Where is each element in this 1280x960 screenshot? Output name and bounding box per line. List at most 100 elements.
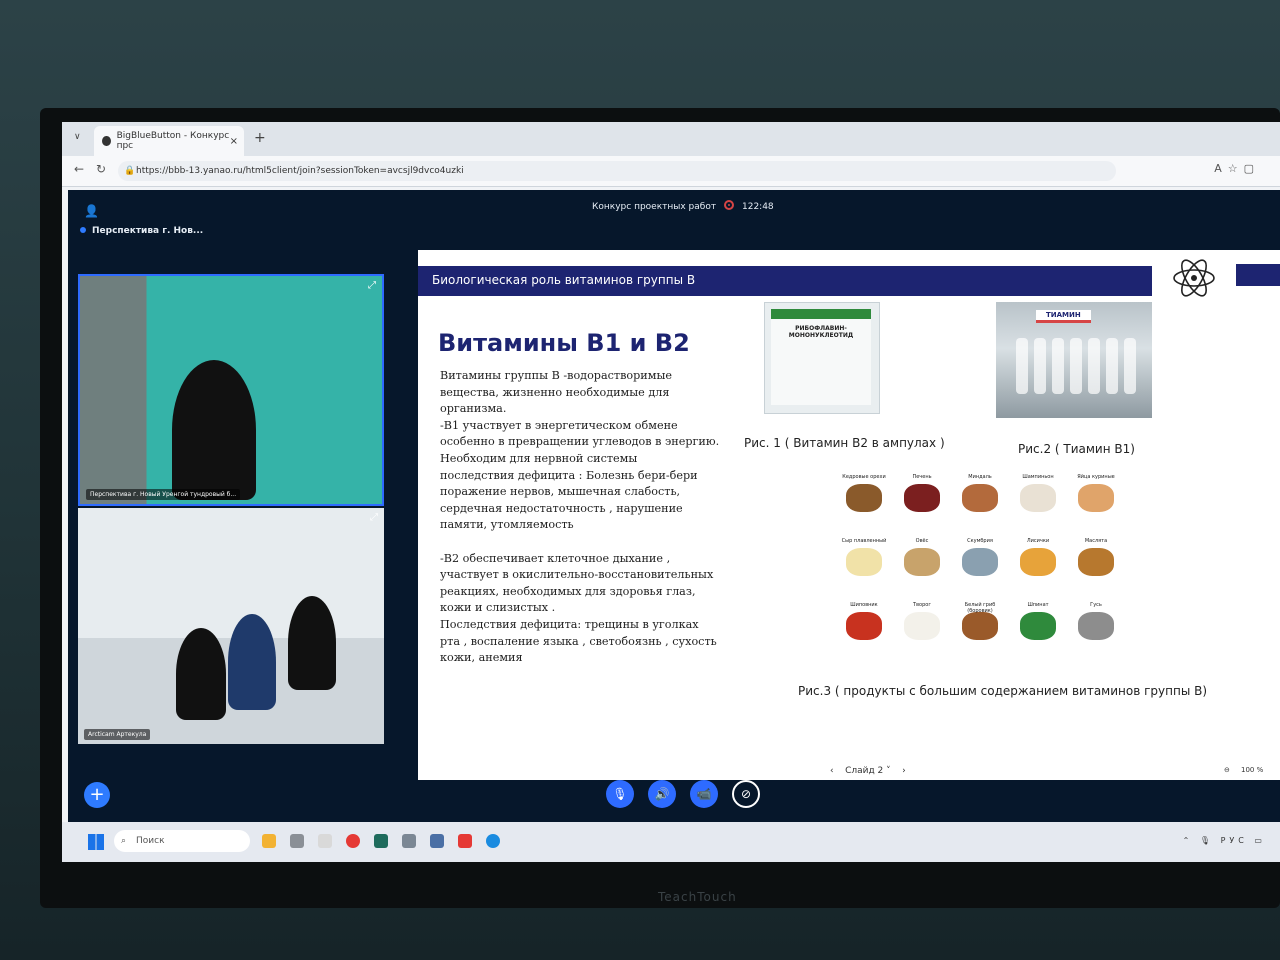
slide-header: Биологическая роль витаминов группы В [432, 273, 696, 287]
food-image [1078, 484, 1114, 512]
actions-button[interactable]: + [84, 782, 110, 808]
caption-fig2: Рис.2 ( Тиамин В1) [1018, 442, 1135, 456]
back-arrow-icon[interactable]: ← [74, 162, 84, 176]
room-name[interactable]: Перспектива г. Нов... [80, 226, 203, 236]
food-item: Творог [894, 602, 950, 640]
food-image [962, 612, 998, 640]
caption-fig1: Рис. 1 ( Витамин В2 в ампулах ) [744, 436, 945, 450]
share-screen-button[interactable]: ⊘ [732, 780, 760, 808]
microphone-button[interactable]: 🎙 [606, 780, 634, 808]
file-explorer-icon[interactable] [262, 834, 276, 848]
food-image [846, 612, 882, 640]
food-image [1078, 612, 1114, 640]
browser-toolbar-icons[interactable]: A☆▢ [1214, 162, 1260, 175]
system-tray[interactable]: ⌃ 🎙 РУС ▭ [1183, 836, 1266, 845]
slide-number[interactable]: Слайд 2 [845, 766, 883, 776]
food-item: Миндаль [952, 474, 1008, 512]
yandex-icon[interactable] [346, 834, 360, 848]
language-indicator[interactable]: РУС [1221, 836, 1248, 845]
new-tab-button[interactable]: + [254, 130, 266, 146]
tab-close-icon[interactable]: × [230, 136, 238, 147]
users-icon[interactable]: 👤 [84, 204, 99, 218]
food-item: Кедровые орехи [836, 474, 892, 512]
url-field[interactable]: 🔒 https://bbb-13.yanao.ru/html5client/jo… [118, 161, 1116, 181]
food-name: Белый гриб (боровик) [964, 602, 996, 614]
tab-list-icon[interactable]: ∨ [74, 132, 81, 142]
participant-figure [228, 614, 276, 710]
room-name-label: Перспектива г. Нов... [92, 226, 204, 236]
prev-slide-icon[interactable]: ‹ [830, 766, 834, 776]
recording-timer: 122:48 [742, 202, 774, 212]
food-name: Шпинат [1027, 602, 1049, 608]
participant-figure [288, 596, 336, 690]
participant-figure [172, 360, 256, 500]
yandex-browser-icon[interactable] [458, 834, 472, 848]
ampoule-box-label: ТИАМИН [1036, 310, 1091, 323]
zoom-level: 100 % [1241, 766, 1264, 774]
food-image [846, 548, 882, 576]
app-icon[interactable] [430, 834, 444, 848]
taskbar-search[interactable]: ⌕ Поиск [114, 830, 250, 852]
url-text: https://bbb-13.yanao.ru/html5client/join… [136, 166, 464, 176]
food-item: Сыр плавленный [836, 538, 892, 576]
tab-title: BigBlueButton - Конкурс прс [116, 131, 230, 151]
food-image [904, 612, 940, 640]
slide-header-band-right [1236, 264, 1280, 286]
video-tile-1[interactable]: ⤢ Перспектива г. Новый Уренгой тундровый… [78, 274, 384, 506]
video-label: Перспектива г. Новый Уренгой тундровый б… [86, 489, 241, 500]
expand-icon[interactable]: ⤢ [370, 512, 378, 523]
video-tile-2[interactable]: ⤢ Arctiсam Артекула [78, 508, 384, 744]
bbb-app: 👤 Перспектива г. Нов... Конкурс проектны… [68, 190, 1280, 822]
food-image [1078, 548, 1114, 576]
expand-icon[interactable]: ⤢ [368, 280, 376, 291]
food-image [1020, 548, 1056, 576]
browser-tab-bar: ∨ BigBlueButton - Конкурс прс × + [62, 122, 1280, 156]
food-item: Овёс [894, 538, 950, 576]
package-label: РИБОФЛАВИН-МОНОНУКЛЕОТИД [771, 309, 871, 405]
riboflavin-package-image: РИБОФЛАВИН-МОНОНУКЛЕОТИД [764, 302, 880, 414]
food-image [1020, 612, 1056, 640]
atom-icon [1173, 259, 1215, 297]
food-name: Творог [913, 602, 931, 608]
cursor-app-icon[interactable] [318, 834, 332, 848]
food-image [904, 484, 940, 512]
windows-taskbar: ⌕ Поиск ⌃ 🎙 РУС ▭ [62, 822, 1280, 862]
food-name: Скумбрия [967, 538, 993, 544]
audio-button[interactable]: 🔊 [648, 780, 676, 808]
food-item: Лисички [1010, 538, 1066, 576]
next-slide-icon[interactable]: › [902, 766, 906, 776]
zoom-control[interactable]: ⊖ 100 % [1224, 766, 1263, 774]
food-image [1020, 484, 1056, 512]
monitor-screen: ∨ BigBlueButton - Конкурс прс × + ← ↻ 🔒 … [62, 122, 1280, 862]
calculator-icon[interactable] [402, 834, 416, 848]
food-item: Печень [894, 474, 950, 512]
food-name: Яйца куриные [1077, 474, 1115, 480]
windows-start-icon[interactable] [88, 834, 104, 850]
chevron-down-icon[interactable]: ˅ [886, 766, 891, 776]
chat-icon[interactable] [290, 834, 304, 848]
caption-fig3: Рис.3 ( продукты с большим содержанием в… [798, 684, 1208, 698]
food-name: Гусь [1090, 602, 1102, 608]
food-item: Скумбрия [952, 538, 1008, 576]
slide-pager[interactable]: ‹ Слайд 2 ˅ › [830, 766, 906, 776]
zoom-out-icon[interactable]: ⊖ [1224, 766, 1230, 774]
participant-figure [176, 628, 226, 720]
food-image [846, 484, 882, 512]
search-placeholder: Поиск [136, 836, 165, 846]
food-name: Овёс [915, 538, 929, 544]
edge-icon[interactable] [486, 834, 500, 848]
app-icon[interactable] [374, 834, 388, 848]
bbb-favicon-icon [102, 136, 111, 146]
recording-icon[interactable] [724, 200, 734, 210]
monitor-brand: TeachTouch [658, 890, 737, 904]
room-status-icon [80, 227, 86, 233]
camera-button[interactable]: 📹 [690, 780, 718, 808]
presentation-slide: Биологическая роль витаминов группы В Ви… [418, 250, 1280, 780]
food-item: Шампиньон [1010, 474, 1066, 512]
food-image [962, 484, 998, 512]
food-name: Кедровые орехи [842, 474, 886, 480]
lock-icon: 🔒 [124, 166, 136, 176]
browser-tab[interactable]: BigBlueButton - Конкурс прс × [94, 126, 244, 156]
food-item: Шиповник [836, 602, 892, 640]
reload-icon[interactable]: ↻ [96, 162, 106, 176]
